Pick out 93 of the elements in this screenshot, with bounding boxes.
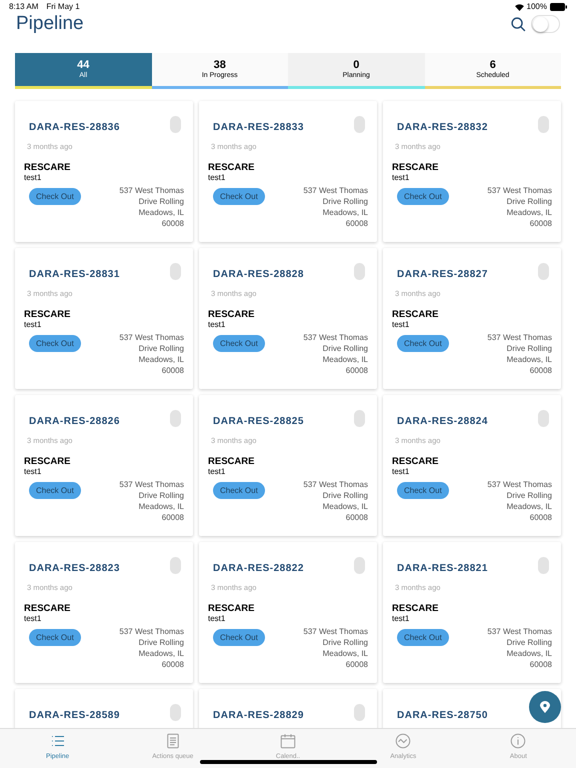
client-name: test1: [208, 320, 226, 330]
check-out-button[interactable]: Check Out: [213, 188, 265, 206]
ticket-card[interactable]: DARA-RES-28589: [15, 689, 193, 728]
status-pill: [538, 557, 549, 574]
status-pill: [538, 410, 549, 427]
check-out-button[interactable]: Check Out: [213, 629, 265, 646]
client-name: test1: [208, 614, 226, 624]
organization-name: RESCARE: [208, 603, 256, 614]
chart-icon: [394, 732, 412, 750]
wifi-icon: [514, 4, 524, 10]
check-out-button[interactable]: Check Out: [397, 482, 449, 500]
address: 537 West Thomas Drive Rolling Meadows, IL 60008: [302, 332, 368, 376]
ticket-id: DARA-RES-28825: [213, 415, 304, 429]
address: 537 West Thomas Drive Rolling Meadows, IL 60008: [118, 626, 184, 670]
ticket-id: DARA-RES-28831: [29, 268, 120, 282]
organization-name: RESCARE: [392, 603, 440, 614]
address: 537 West Thomas Drive Rolling Meadows, IL 60008: [486, 185, 552, 230]
organization-name: RESCARE: [24, 603, 72, 614]
status-pill: [170, 410, 181, 427]
organization-name: RESCARE: [392, 309, 440, 320]
check-out-button[interactable]: Check Out: [29, 629, 81, 646]
status-pill: [538, 263, 549, 280]
check-out-button[interactable]: Check Out: [213, 335, 265, 352]
battery-percent: 100%: [526, 1, 547, 13]
info-icon: [509, 732, 528, 750]
organization-name: RESCARE: [208, 309, 256, 320]
ticket-id: DARA-RES-28836: [29, 121, 120, 135]
map-pin-icon: [540, 701, 550, 713]
search-icon[interactable]: [510, 16, 527, 32]
address: 537 West Thomas Drive Rolling Meadows, IL 60008: [486, 332, 552, 376]
address: 537 West Thomas Drive Rolling Meadows, IL 60008: [486, 626, 552, 670]
status-pill: [354, 704, 365, 721]
organization-name: RESCARE: [24, 162, 72, 174]
status-pill: [538, 116, 549, 133]
client-name: test1: [208, 467, 226, 478]
address: 537 West Thomas Drive Rolling Meadows, IL 60008: [118, 185, 184, 230]
address: 537 West Thomas Drive Rolling Meadows, IL 60008: [118, 332, 184, 376]
check-out-button[interactable]: Check Out: [29, 482, 81, 500]
client-name: test1: [208, 173, 226, 184]
status-pill: [170, 704, 181, 721]
status-date: Fri May 1: [46, 1, 80, 13]
ticket-id: DARA-RES-28750: [397, 709, 488, 723]
ticket-id: DARA-RES-28823: [29, 562, 120, 576]
client-name: test1: [392, 320, 410, 330]
ticket-id: DARA-RES-28833: [213, 121, 304, 135]
client-name: test1: [24, 320, 42, 330]
status-pill: [170, 116, 181, 133]
ticket-id: DARA-RES-28589: [29, 709, 120, 723]
ticket-id: DARA-RES-28826: [29, 415, 120, 429]
ticket-id: DARA-RES-28827: [397, 268, 488, 282]
client-name: test1: [392, 467, 410, 478]
client-name: test1: [24, 614, 42, 624]
status-pill: [354, 116, 365, 133]
organization-name: RESCARE: [24, 309, 72, 320]
status-pill: [354, 557, 365, 574]
ticket-id: DARA-RES-28821: [397, 562, 488, 576]
address: 537 West Thomas Drive Rolling Meadows, IL 60008: [302, 626, 368, 670]
ticket-id: DARA-RES-28822: [213, 562, 304, 576]
status-time: 8:13 AM: [9, 1, 38, 13]
check-out-button[interactable]: Check Out: [397, 188, 449, 206]
organization-name: RESCARE: [392, 456, 440, 468]
ticket-id: DARA-RES-28829: [213, 709, 304, 723]
address: 537 West Thomas Drive Rolling Meadows, IL 60008: [302, 185, 368, 230]
status-pill: [354, 410, 365, 427]
toggle-switch[interactable]: [531, 15, 560, 33]
client-name: test1: [24, 173, 42, 184]
map-floating-action-button[interactable]: [529, 691, 561, 723]
organization-name: RESCARE: [24, 456, 72, 468]
address: 537 West Thomas Drive Rolling Meadows, IL 60008: [486, 479, 552, 524]
client-name: test1: [24, 467, 42, 478]
battery-icon: [550, 3, 567, 11]
address: 537 West Thomas Drive Rolling Meadows, IL 60008: [302, 479, 368, 524]
ticket-id: DARA-RES-28828: [213, 268, 304, 282]
calendar-icon: [279, 732, 297, 750]
status-pill: [170, 263, 181, 280]
organization-name: RESCARE: [392, 162, 440, 174]
status-pill: [170, 557, 181, 574]
client-name: test1: [392, 173, 410, 184]
ticket-id: DARA-RES-28832: [397, 121, 488, 135]
status-pill: [354, 263, 365, 280]
ticket-card[interactable]: DARA-RES-28750: [383, 689, 561, 728]
address: 537 West Thomas Drive Rolling Meadows, IL 60008: [118, 479, 184, 524]
check-out-button[interactable]: Check Out: [397, 335, 449, 352]
ticket-id: DARA-RES-28824: [397, 415, 488, 429]
page-title: Pipeline: [16, 14, 84, 34]
check-out-button[interactable]: Check Out: [29, 335, 81, 352]
check-out-button[interactable]: Check Out: [397, 629, 449, 646]
client-name: test1: [392, 614, 410, 624]
organization-name: RESCARE: [208, 162, 256, 174]
ticket-card[interactable]: DARA-RES-28829: [199, 689, 377, 728]
check-out-button[interactable]: Check Out: [29, 188, 81, 206]
organization-name: RESCARE: [208, 456, 256, 468]
check-out-button[interactable]: Check Out: [213, 482, 265, 500]
